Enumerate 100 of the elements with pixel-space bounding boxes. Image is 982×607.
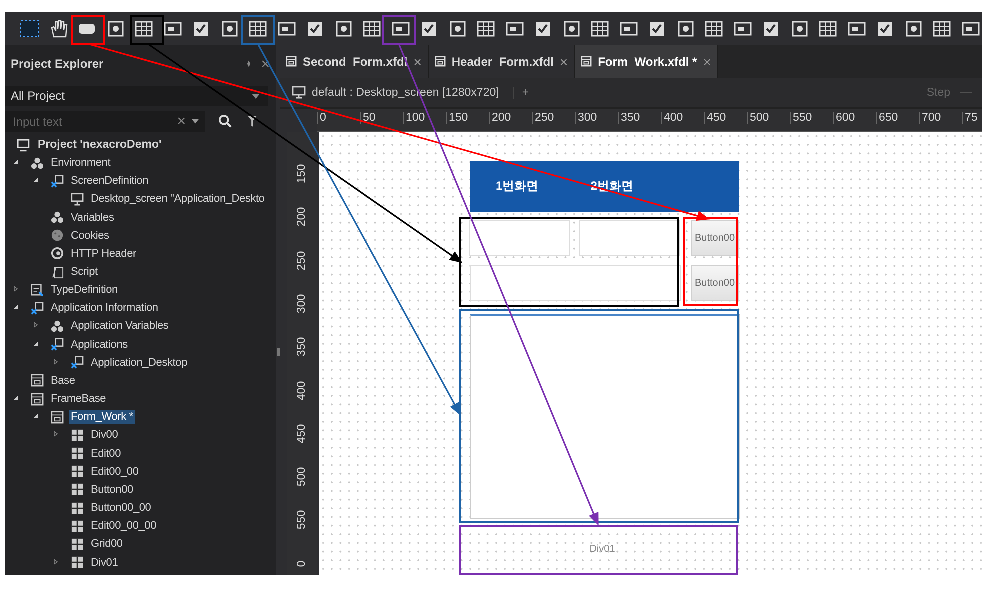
collapsed-triangle-icon[interactable] — [53, 358, 59, 365]
ruler-label: 550 — [790, 112, 833, 124]
form-icon — [51, 410, 64, 424]
component-icon — [71, 502, 84, 515]
panel-title: Project Explorer — [11, 57, 105, 71]
step-value: — — [960, 86, 972, 98]
close-button[interactable]: × — [703, 54, 712, 70]
ruler-label: 150 — [296, 163, 308, 186]
widget-icon[interactable] — [247, 18, 269, 38]
ruler-label: 150 — [446, 112, 489, 124]
ruler-label: 200 — [296, 206, 308, 229]
form-button[interactable]: Button00 — [691, 265, 739, 301]
cluster-icon — [51, 211, 64, 224]
widget-icon[interactable] — [133, 18, 155, 38]
expanded-triangle-icon[interactable] — [13, 304, 19, 310]
cookie-icon — [51, 229, 64, 242]
tree-item[interactable]: Application Information — [49, 301, 160, 316]
widget-icon[interactable] — [361, 18, 383, 38]
ruler-label: 250 — [532, 112, 575, 124]
expanded-triangle-icon[interactable] — [13, 159, 19, 166]
tree-item[interactable]: Form_Work * — [69, 410, 136, 424]
ruler-label: 250 — [296, 250, 308, 272]
clear-button[interactable]: × — [177, 113, 186, 130]
edit-field[interactable] — [470, 265, 681, 301]
close-button[interactable]: × — [414, 54, 422, 70]
tree-item[interactable]: Button00 — [89, 482, 136, 497]
ruler-label: 450 — [704, 112, 747, 124]
tree-item[interactable]: Button00_00 — [89, 501, 154, 516]
component-icon — [71, 447, 84, 460]
expanded-triangle-icon[interactable] — [13, 395, 19, 402]
close-button[interactable]: × — [560, 54, 568, 70]
ruler-label: 400 — [661, 112, 704, 124]
tree-item[interactable]: Div01 — [89, 556, 120, 570]
search-field[interactable]: Input text × — [5, 111, 205, 132]
tree-item[interactable]: Cookies — [69, 228, 112, 243]
tree-item[interactable]: Application Variables — [69, 319, 171, 334]
div-label: Div01 — [590, 544, 616, 554]
widget-icon[interactable] — [817, 18, 839, 38]
cluster-icon — [31, 156, 44, 170]
widget-icon[interactable] — [589, 18, 611, 38]
file-tab[interactable]: Header_Form.xfdl × — [428, 45, 576, 78]
component-icon — [71, 465, 84, 478]
component-icon — [71, 556, 84, 570]
form-icon — [31, 374, 44, 388]
form-button[interactable]: Button00 — [691, 220, 739, 256]
ruler-label: 0 — [296, 559, 308, 569]
tree-item[interactable]: Environment — [49, 156, 113, 170]
caret-icon[interactable] — [192, 119, 199, 124]
component-icon — [71, 520, 84, 533]
tree-item[interactable]: Edit00 — [89, 446, 123, 461]
widget-icon[interactable] — [931, 18, 953, 38]
edit-field[interactable] — [469, 220, 570, 256]
menu-item[interactable]: 2번화면 — [590, 178, 634, 195]
tree-item[interactable]: Div00 — [89, 428, 120, 442]
file-tab[interactable]: Form_Work.xfdl * × — [575, 45, 718, 78]
tree-item[interactable]: TypeDefinition — [49, 283, 120, 298]
expanded-triangle-icon[interactable] — [33, 413, 39, 420]
ruler-label: 400 — [296, 380, 308, 402]
tree-item[interactable]: Application_Desktop — [89, 356, 190, 370]
component-icon — [71, 428, 84, 442]
expanded-triangle-icon[interactable] — [33, 340, 39, 347]
step-label: Step — [926, 86, 950, 98]
tree-item[interactable]: Variables — [69, 210, 116, 225]
collapsed-triangle-icon[interactable] — [53, 431, 59, 438]
select-icon[interactable] — [19, 18, 41, 38]
tree-item[interactable]: ScreenDefinition — [69, 174, 151, 188]
collapsed-triangle-icon[interactable] — [33, 322, 39, 328]
tree-item[interactable]: HTTP Header — [69, 246, 138, 261]
script-icon — [51, 266, 64, 279]
collapsed-triangle-icon[interactable] — [13, 286, 19, 292]
search-icon[interactable] — [218, 114, 233, 129]
pin-icon[interactable] — [245, 60, 254, 68]
window-icon — [51, 174, 64, 188]
widget-icon[interactable] — [703, 18, 725, 38]
caret-icon — [252, 94, 260, 98]
ruler-label: 550 — [296, 510, 308, 532]
tree-item[interactable]: Edit00_00_00 — [89, 519, 158, 534]
tree-item[interactable]: Base — [49, 374, 78, 388]
monitor-icon — [292, 86, 306, 99]
globe-icon — [51, 247, 64, 260]
menu-item[interactable]: 1번화면 — [496, 178, 539, 195]
component-icon — [71, 538, 84, 551]
ruler-label: 350 — [296, 336, 308, 359]
edit-field[interactable] — [579, 220, 680, 256]
expanded-triangle-icon[interactable] — [33, 177, 39, 184]
tree-item[interactable]: FrameBase — [49, 392, 108, 406]
collapsed-triangle-icon[interactable] — [53, 558, 59, 565]
widget-icon[interactable] — [475, 18, 497, 38]
tree-item[interactable]: Desktop_screen "Application_Deskto — [89, 192, 267, 206]
scope-dropdown[interactable]: All Project — [5, 86, 268, 106]
tree-item[interactable]: Edit00_00 — [89, 464, 141, 479]
tree-item[interactable]: Applications — [69, 338, 130, 352]
tab-label: Form_Work.xfdl * — [598, 54, 698, 68]
project-name: Project 'nexacroDemo' — [38, 139, 162, 151]
tree-item[interactable]: Grid00 — [89, 537, 125, 552]
form-icon — [31, 392, 44, 406]
tree-item[interactable]: Script — [69, 265, 100, 280]
ruler-label: 500 — [747, 112, 790, 124]
add-button[interactable]: + — [513, 86, 530, 98]
ruler-label: 600 — [833, 112, 876, 124]
